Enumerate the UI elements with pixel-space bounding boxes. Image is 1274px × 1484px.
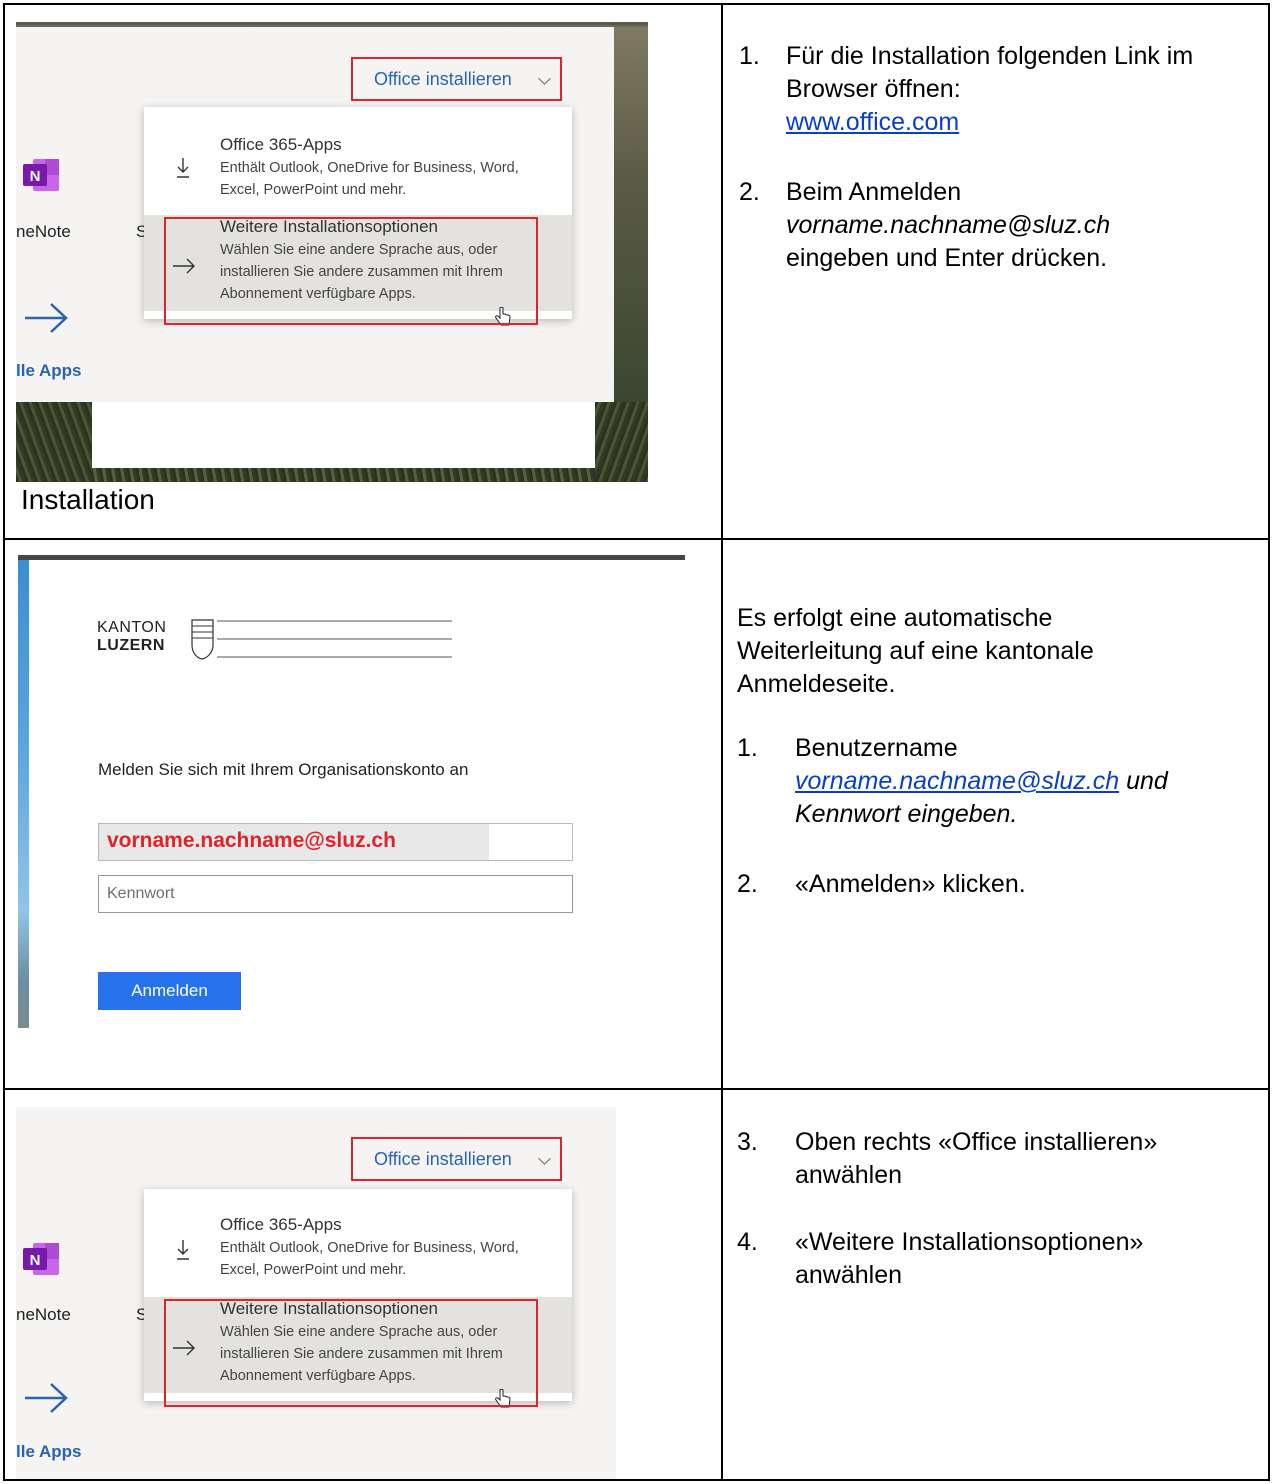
step-number: 1. xyxy=(739,42,760,70)
username-value: vorname.nachname@sluz.ch xyxy=(107,829,396,852)
step-number: 2. xyxy=(737,870,758,898)
download-icon xyxy=(177,158,189,178)
office-install-screenshot-2: Office installieren N neNote S lle Apps … xyxy=(16,1107,616,1479)
login-prompt: Melden Sie sich mit Ihrem Organisationsk… xyxy=(98,760,469,779)
chevron-down-icon xyxy=(538,72,551,85)
option-title: Office 365-Apps xyxy=(220,1215,342,1234)
step-number: 3. xyxy=(737,1128,758,1156)
step-number: 1. xyxy=(737,734,758,762)
step-text: Kennwort eingeben. xyxy=(795,800,1018,828)
logo-luzern-text: LUZERN xyxy=(97,637,165,654)
onenote-icon: N xyxy=(23,159,59,191)
office-link[interactable]: www.office.com xyxy=(786,108,959,136)
office-install-label: Office installieren xyxy=(374,68,512,89)
office-install-button[interactable]: Office installieren xyxy=(351,1137,562,1181)
office-install-label: Office installieren xyxy=(374,1148,512,1169)
step-text: «Weitere Installationsoptionen» anwählen xyxy=(795,1228,1144,1289)
menu-option-office-apps[interactable]: Office 365-Apps Enthält Outlook, OneDriv… xyxy=(144,1189,572,1297)
email-link[interactable]: vorname.nachname@sluz.ch xyxy=(795,767,1119,795)
row-divider-2 xyxy=(3,1088,1270,1090)
onenote-icon-letter: N xyxy=(30,168,41,185)
office-install-button[interactable]: Office installieren xyxy=(351,57,562,101)
office-install-screenshot-1: Office installieren N neNote S lle Apps … xyxy=(16,22,648,482)
download-icon xyxy=(177,1240,189,1260)
logo-emblem xyxy=(191,619,452,660)
alle-apps-link[interactable]: lle Apps xyxy=(16,1442,82,1462)
background-photo xyxy=(16,402,92,482)
background-photo xyxy=(92,468,595,482)
option-description: Enthält Outlook, OneDrive for Business, … xyxy=(220,160,519,198)
install-dropdown-menu: Office 365-Apps Enthält Outlook, OneDriv… xyxy=(144,107,572,326)
logo-kanton-text: KANTON xyxy=(97,619,167,636)
lower-panel xyxy=(92,402,595,468)
step-text: Für die Installation folgenden Link im B… xyxy=(786,42,1194,103)
step-text: und xyxy=(1126,767,1168,795)
chevron-down-icon xyxy=(538,1152,551,1165)
office-panel: Office installieren N neNote S lle Apps … xyxy=(16,27,614,407)
step-text: «Anmelden» klicken. xyxy=(795,870,1026,898)
step-2: 2. Beim Anmelden vorname.nachname@sluz.c… xyxy=(739,176,1239,275)
password-field[interactable] xyxy=(98,875,573,913)
option-description: Enthält Outlook, OneDrive for Business, … xyxy=(220,1240,519,1278)
step-number: 2. xyxy=(739,178,760,206)
background-photo xyxy=(18,560,29,1028)
row-divider-1 xyxy=(3,538,1270,540)
alle-apps-link[interactable]: lle Apps xyxy=(16,361,82,381)
step-4: 4. «Weitere Installationsoptionen» anwäh… xyxy=(737,1226,1237,1292)
step-1-login: 1. Benutzername vorname.nachname@sluz.ch… xyxy=(737,732,1247,831)
top-bar xyxy=(18,555,685,560)
step-number: 4. xyxy=(737,1228,758,1256)
option-title: Office 365-Apps xyxy=(220,135,342,154)
step-text: eingeben und Enter drücken. xyxy=(786,244,1108,272)
onenote-icon-letter: N xyxy=(30,1252,41,1269)
onenote-label: neNote xyxy=(16,1305,71,1324)
arrow-right-icon[interactable] xyxy=(21,1379,71,1417)
onenote-label: neNote xyxy=(16,222,71,241)
username-field[interactable]: vorname.nachname@sluz.ch xyxy=(98,823,573,861)
email-text: vorname.nachname@sluz.ch xyxy=(786,211,1111,239)
step-text: Benutzername xyxy=(795,734,958,762)
onenote-icon: N xyxy=(23,1243,59,1275)
login-screenshot: KANTON LUZERN Melden Sie sich mit Ihrem … xyxy=(18,555,685,1028)
step-text: Beim Anmelden xyxy=(786,178,962,206)
redirect-intro: Es erfolgt eine automatische Weiterleitu… xyxy=(737,604,1094,698)
install-dropdown-menu: Office 365-Apps Enthält Outlook, OneDriv… xyxy=(144,1189,572,1408)
step-1: 1. Für die Installation folgenden Link i… xyxy=(739,40,1239,139)
highlight-box xyxy=(164,1299,538,1407)
top-bar xyxy=(16,22,648,25)
menu-option-office-apps[interactable]: Office 365-Apps Enthält Outlook, OneDriv… xyxy=(144,107,572,215)
highlight-box xyxy=(164,217,538,325)
step-3: 3. Oben rechts «Office installieren» anw… xyxy=(737,1126,1237,1192)
arrow-right-icon[interactable] xyxy=(21,299,71,337)
background-photo xyxy=(595,402,648,482)
caption-installation: Installation xyxy=(21,484,155,515)
kanton-luzern-logo: KANTON LUZERN xyxy=(97,615,452,665)
step-2-login: 2. «Anmelden» klicken. xyxy=(737,868,1237,901)
anmelden-button[interactable]: Anmelden xyxy=(98,972,241,1010)
step-text: Oben rechts «Office installieren» anwähl… xyxy=(795,1128,1158,1189)
column-divider xyxy=(721,3,723,1481)
background-photo xyxy=(614,27,648,402)
